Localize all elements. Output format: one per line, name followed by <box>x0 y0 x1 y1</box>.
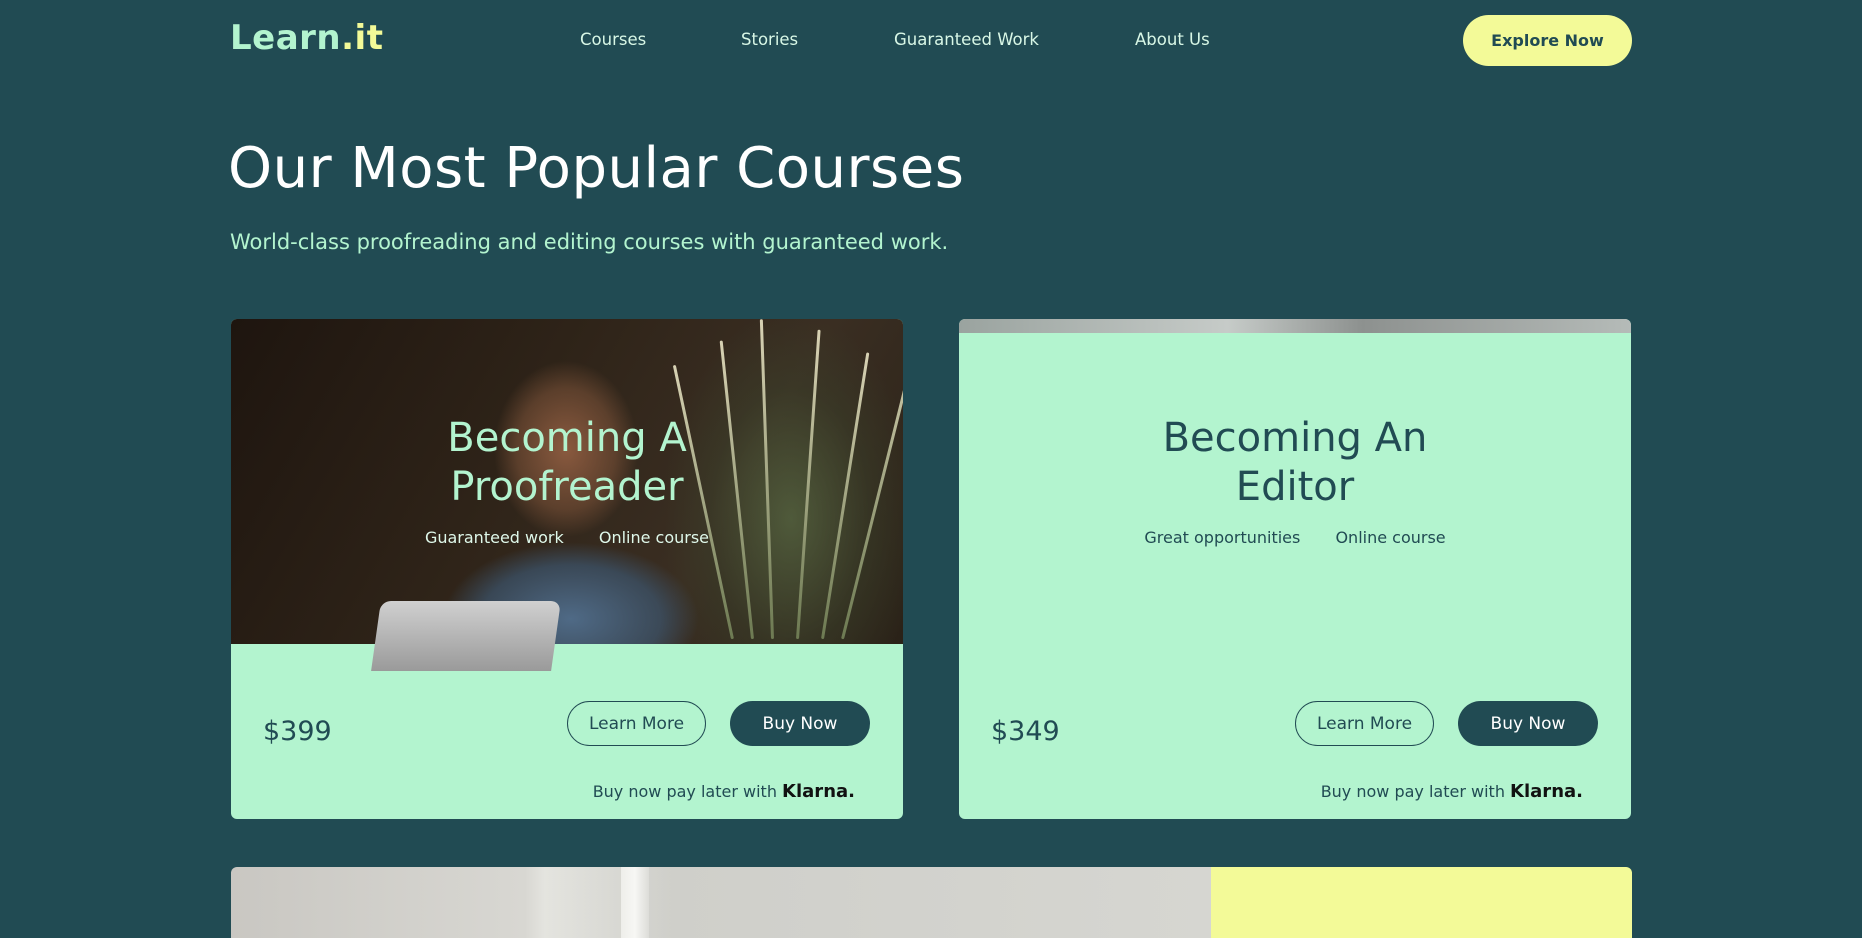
featured-panel <box>1211 867 1632 938</box>
course-card-editor: Becoming An Editor Great opportunities O… <box>959 319 1631 819</box>
logo-suffix: .it <box>341 18 384 58</box>
klarna-text: Buy now pay later with <box>1320 782 1505 801</box>
klarna-text: Buy now pay later with <box>592 782 777 801</box>
klarna-note: Buy now pay later with Klarna. <box>1321 781 1583 802</box>
course-tag: Guaranteed work <box>424 528 564 547</box>
explore-now-button[interactable]: Explore Now <box>1463 15 1632 66</box>
logo-word: Learn <box>230 18 342 58</box>
top-nav-bar: Learn.it Courses Stories Guaranteed Work… <box>0 0 1862 80</box>
course-title[interactable]: Becoming An Editor <box>959 414 1631 512</box>
course-price: $399 <box>263 716 332 747</box>
nav-link-courses[interactable]: Courses <box>580 30 646 49</box>
course-tags: Guaranteed work Online course <box>231 528 903 547</box>
course-price: $349 <box>991 716 1060 747</box>
featured-photo <box>231 867 1211 938</box>
buy-now-button[interactable]: Buy Now <box>1458 701 1598 746</box>
learn-more-button[interactable]: Learn More <box>1295 701 1434 746</box>
nav-link-guaranteed-work[interactable]: Guaranteed Work <box>894 30 1039 49</box>
course-title-line-2: Editor <box>1235 464 1355 510</box>
course-tag: Online course <box>1335 528 1446 547</box>
nav-link-stories[interactable]: Stories <box>741 30 798 49</box>
photo-pillar-decoration <box>621 867 649 938</box>
course-title-line-1: Becoming A <box>447 415 687 461</box>
course-title-line-2: Proofreader <box>450 464 684 510</box>
course-tags: Great opportunities Online course <box>959 528 1631 547</box>
page-subtitle: World-class proofreading and editing cou… <box>230 230 949 254</box>
course-tag: Online course <box>598 528 710 547</box>
buy-now-button[interactable]: Buy Now <box>730 701 870 746</box>
course-tag: Great opportunities <box>1144 528 1301 547</box>
course-title[interactable]: Becoming A Proofreader <box>231 414 903 512</box>
course-photo-strip <box>959 319 1631 333</box>
page-title: Our Most Popular Courses <box>228 136 965 201</box>
learn-more-button[interactable]: Learn More <box>567 701 706 746</box>
course-card-proofreader: Becoming A Proofreader Guaranteed work O… <box>231 319 903 819</box>
laptop-illustration <box>371 601 561 671</box>
klarna-logo-icon: Klarna. <box>782 781 855 802</box>
featured-section-partial <box>231 867 1632 938</box>
course-title-line-1: Becoming An <box>1162 415 1428 461</box>
nav-link-about-us[interactable]: About Us <box>1135 30 1210 49</box>
klarna-note: Buy now pay later with Klarna. <box>593 781 855 802</box>
site-logo[interactable]: Learn.it <box>230 18 383 58</box>
klarna-logo-icon: Klarna. <box>1510 781 1583 802</box>
